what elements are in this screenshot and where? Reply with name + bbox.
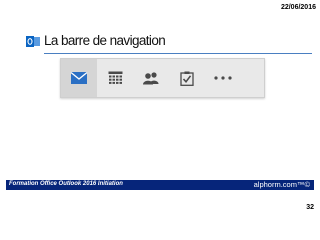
nav-item-people[interactable]: [133, 59, 169, 97]
slide-title: La barre de navigation: [44, 33, 166, 48]
footer-course-title: Formation Office Outlook 2016 Initiation: [9, 181, 123, 187]
nav-item-calendar[interactable]: [97, 59, 133, 97]
slide-date: 22/06/2016: [280, 4, 316, 11]
outlook-logo-icon: [26, 36, 40, 47]
calendar-icon: [108, 71, 122, 84]
footer-brand: alphorm.com™©: [253, 180, 310, 189]
page-number: 32: [306, 204, 314, 211]
title-divider: [44, 53, 312, 54]
nav-item-tasks[interactable]: [169, 59, 205, 97]
tasks-icon: [180, 71, 194, 86]
navigation-bar: [60, 58, 265, 98]
mail-icon: [70, 71, 88, 84]
nav-item-mail[interactable]: [61, 59, 97, 97]
footer-bar: Formation Office Outlook 2016 Initiation…: [6, 180, 314, 190]
people-icon: [143, 72, 159, 85]
nav-item-more[interactable]: [205, 59, 241, 97]
more-icon: [214, 76, 232, 80]
